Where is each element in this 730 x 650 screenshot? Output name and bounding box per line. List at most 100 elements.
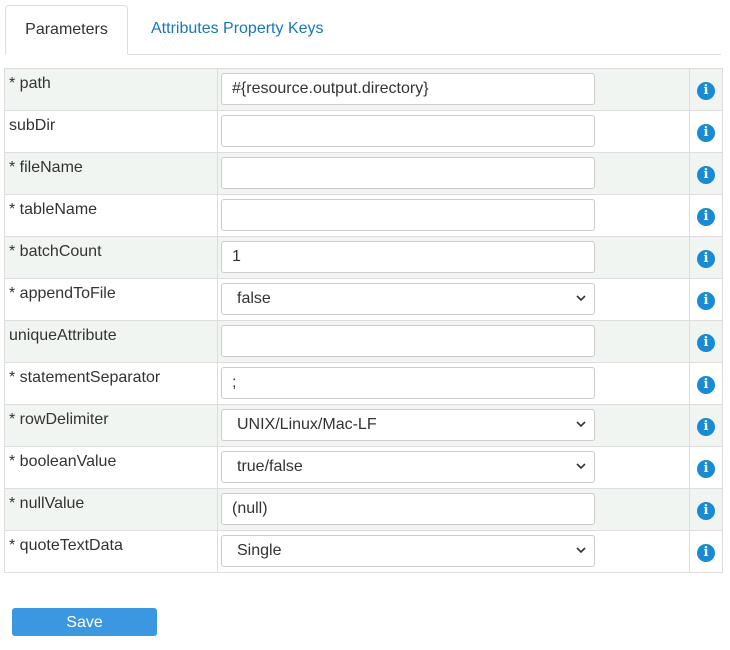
input-value: #{resource.output.directory} xyxy=(232,80,429,97)
info-icon[interactable]: i xyxy=(697,82,715,100)
parameter-row: * quoteTextData Single i xyxy=(4,530,723,573)
info-icon[interactable]: i xyxy=(697,376,715,394)
parameter-label: uniqueAttribute xyxy=(9,327,117,344)
parameter-select[interactable]: false xyxy=(221,283,595,315)
parameter-label-cell: * statementSeparator xyxy=(4,362,218,405)
parameter-value-cell: #{resource.output.directory} xyxy=(217,68,690,111)
parameter-info-cell: i xyxy=(689,278,723,321)
parameter-label: * tableName xyxy=(9,201,98,218)
parameter-input[interactable] xyxy=(221,325,595,357)
parameter-row: uniqueAttribute i xyxy=(4,320,723,363)
parameter-label-cell: * fileName xyxy=(4,152,218,195)
parameter-label: * statementSeparator xyxy=(9,369,161,386)
tab-bar: Parameters Attributes Property Keys xyxy=(5,5,721,55)
parameter-value-cell xyxy=(217,110,690,153)
chevron-down-icon xyxy=(576,547,586,554)
parameter-label-cell: uniqueAttribute xyxy=(4,320,218,363)
parameter-value-cell xyxy=(217,152,690,195)
chevron-down-icon xyxy=(576,295,586,302)
parameter-value-cell: ; xyxy=(217,362,690,405)
parameter-info-cell: i xyxy=(689,362,723,405)
parameter-label-cell: * path xyxy=(4,68,218,111)
parameters-table: * path #{resource.output.directory} i subDi… xyxy=(4,68,723,573)
info-icon[interactable]: i xyxy=(697,124,715,142)
parameter-row: * rowDelimiter UNIX/Linux/Mac-LF i xyxy=(4,404,723,447)
parameter-row: * booleanValue true/false i xyxy=(4,446,723,489)
parameter-input[interactable] xyxy=(221,157,595,189)
parameter-info-cell: i xyxy=(689,194,723,237)
parameter-info-cell: i xyxy=(689,236,723,279)
parameter-row: * statementSeparator; i xyxy=(4,362,723,405)
chevron-down-icon xyxy=(576,421,586,428)
parameter-input[interactable]: (null) xyxy=(221,493,595,525)
parameter-row: * path #{resource.output.directory} i xyxy=(4,68,723,111)
parameter-info-cell: i xyxy=(689,446,723,489)
parameter-label-cell: * tableName xyxy=(4,194,218,237)
parameter-info-cell: i xyxy=(689,152,723,195)
tab-attributes-property-keys[interactable]: Attributes Property Keys xyxy=(151,5,324,55)
parameter-value-cell: UNIX/Linux/Mac-LF xyxy=(217,404,690,447)
info-icon[interactable]: i xyxy=(697,418,715,436)
info-icon[interactable]: i xyxy=(697,292,715,310)
parameter-select[interactable]: UNIX/Linux/Mac-LF xyxy=(221,409,595,441)
parameter-value-cell xyxy=(217,194,690,237)
info-icon[interactable]: i xyxy=(697,544,715,562)
parameter-info-cell: i xyxy=(689,68,723,111)
chevron-down-icon xyxy=(576,463,586,470)
parameter-info-cell: i xyxy=(689,530,723,573)
input-value: (null) xyxy=(232,500,268,517)
parameter-row: subDir i xyxy=(4,110,723,153)
parameter-value-cell: 1 xyxy=(217,236,690,279)
parameter-label-cell: * nullValue xyxy=(4,488,218,531)
parameter-row: * tableName i xyxy=(4,194,723,237)
parameter-input[interactable] xyxy=(221,199,595,231)
parameter-label: * fileName xyxy=(9,159,83,176)
info-icon[interactable]: i xyxy=(697,460,715,478)
parameter-label-cell: * batchCount xyxy=(4,236,218,279)
info-icon[interactable]: i xyxy=(697,166,715,184)
parameter-label-cell: subDir xyxy=(4,110,218,153)
parameter-info-cell: i xyxy=(689,404,723,447)
parameter-label: * batchCount xyxy=(9,243,102,260)
select-value: UNIX/Linux/Mac-LF xyxy=(237,416,377,433)
select-value: Single xyxy=(237,542,282,559)
select-value: true/false xyxy=(237,458,303,475)
parameter-label-cell: * appendToFile xyxy=(4,278,218,321)
select-value: false xyxy=(237,290,271,307)
parameter-row: * batchCount 1 i xyxy=(4,236,723,279)
parameter-row: * nullValue (null) i xyxy=(4,488,723,531)
parameter-label-cell: * booleanValue xyxy=(4,446,218,489)
info-icon[interactable]: i xyxy=(697,250,715,268)
parameter-info-cell: i xyxy=(689,320,723,363)
parameter-label: * appendToFile xyxy=(9,285,116,302)
parameter-value-cell xyxy=(217,320,690,363)
parameter-input[interactable]: 1 xyxy=(221,241,595,273)
parameter-label: * nullValue xyxy=(9,495,85,512)
parameter-row: * fileName i xyxy=(4,152,723,195)
parameter-info-cell: i xyxy=(689,110,723,153)
info-icon[interactable]: i xyxy=(697,334,715,352)
info-icon[interactable]: i xyxy=(697,208,715,226)
input-value: ; xyxy=(232,374,237,391)
parameter-value-cell: Single xyxy=(217,530,690,573)
parameter-value-cell: false xyxy=(217,278,690,321)
parameter-label: * booleanValue xyxy=(9,453,117,470)
parameter-label: * quoteTextData xyxy=(9,537,123,554)
parameter-input[interactable]: ; xyxy=(221,367,595,399)
parameter-select[interactable]: Single xyxy=(221,535,595,567)
parameter-input[interactable]: #{resource.output.directory} xyxy=(221,73,595,105)
parameter-info-cell: i xyxy=(689,488,723,531)
input-value: 1 xyxy=(232,248,241,265)
tab-parameters[interactable]: Parameters xyxy=(5,5,128,55)
parameter-row: * appendToFile false i xyxy=(4,278,723,321)
parameter-select[interactable]: true/false xyxy=(221,451,595,483)
save-button[interactable]: Save xyxy=(12,608,157,636)
parameter-value-cell: (null) xyxy=(217,488,690,531)
info-icon[interactable]: i xyxy=(697,502,715,520)
parameter-label-cell: * quoteTextData xyxy=(4,530,218,573)
parameter-input[interactable] xyxy=(221,115,595,147)
parameter-label: * rowDelimiter xyxy=(9,411,109,428)
parameter-label: subDir xyxy=(9,117,56,134)
parameter-value-cell: true/false xyxy=(217,446,690,489)
parameter-label: * path xyxy=(9,75,51,92)
